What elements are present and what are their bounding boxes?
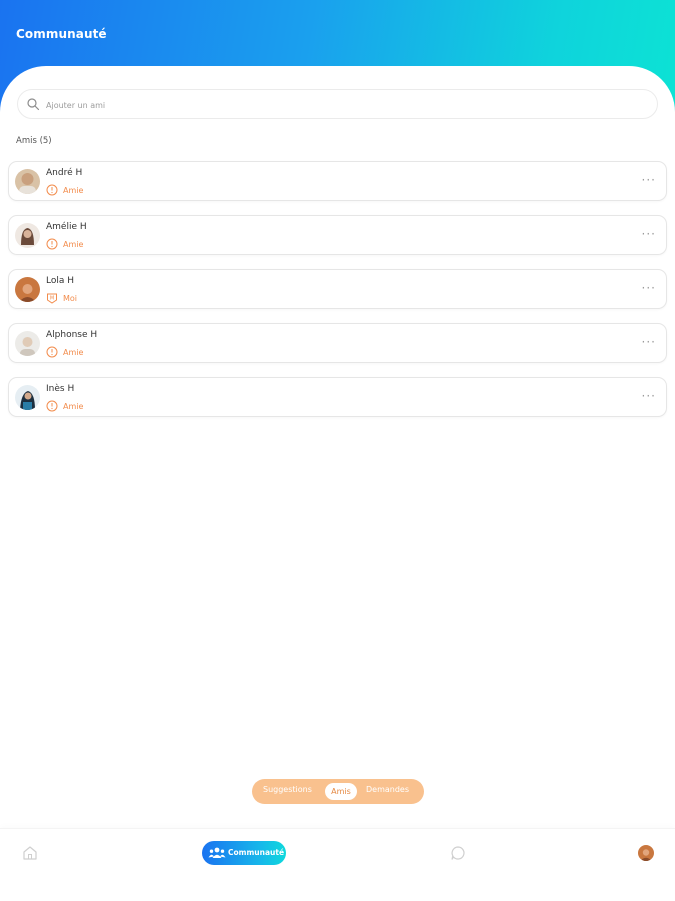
clock-icon xyxy=(46,400,58,412)
friend-name: Lola H xyxy=(46,276,75,286)
more-options-icon[interactable]: ··· xyxy=(642,282,656,294)
more-options-icon[interactable]: ··· xyxy=(642,390,656,402)
page-title: Communauté xyxy=(16,27,107,41)
chat-icon[interactable] xyxy=(450,845,466,861)
friend-status: Amie xyxy=(63,239,84,249)
tab-amis[interactable]: Amis xyxy=(325,783,357,800)
friend-status: Amie xyxy=(63,185,84,195)
friend-status: Amie xyxy=(63,347,84,357)
avatar[interactable] xyxy=(638,845,654,861)
tab-suggestions[interactable]: Suggestions xyxy=(263,785,312,794)
friend-name: André H xyxy=(46,168,83,178)
avatar xyxy=(15,277,40,302)
clock-icon xyxy=(46,238,58,250)
friend-row[interactable]: Amélie H Amie ··· xyxy=(8,215,667,255)
avatar xyxy=(15,331,40,356)
friend-row[interactable]: Alphonse H Amie ··· xyxy=(8,323,667,363)
bottom-tab-bar: Communauté xyxy=(0,828,675,901)
avatar xyxy=(15,169,40,194)
clock-icon xyxy=(46,346,58,358)
tab-communaute-label: Communauté xyxy=(228,848,285,857)
home-icon[interactable] xyxy=(22,845,38,861)
friend-status: Amie xyxy=(63,401,84,411)
friend-row[interactable]: Lola H M Moi ··· xyxy=(8,269,667,309)
friend-name: Alphonse H xyxy=(46,330,98,340)
friends-count-heading: Amis (5) xyxy=(16,136,52,146)
avatar xyxy=(15,385,40,410)
friend-row[interactable]: André H Amie ··· xyxy=(8,161,667,201)
segmented-control: Suggestions Amis Demandes xyxy=(252,779,424,804)
more-options-icon[interactable]: ··· xyxy=(642,228,656,240)
search-bar[interactable] xyxy=(17,89,658,119)
community-icon xyxy=(208,847,226,858)
search-icon xyxy=(27,98,40,111)
more-options-icon[interactable]: ··· xyxy=(642,174,656,186)
friend-name: Inès H xyxy=(46,384,75,394)
friend-status: Moi xyxy=(63,293,78,303)
svg-text:M: M xyxy=(50,296,54,302)
tab-demandes[interactable]: Demandes xyxy=(366,785,409,794)
tab-communaute[interactable]: Communauté xyxy=(202,841,286,865)
friend-row[interactable]: Inès H Amie ··· xyxy=(8,377,667,417)
friend-name: Amélie H xyxy=(46,222,87,232)
user-badge-icon: M xyxy=(47,293,57,304)
search-input[interactable] xyxy=(44,96,608,114)
more-options-icon[interactable]: ··· xyxy=(642,336,656,348)
clock-icon xyxy=(46,184,58,196)
avatar xyxy=(15,223,40,248)
